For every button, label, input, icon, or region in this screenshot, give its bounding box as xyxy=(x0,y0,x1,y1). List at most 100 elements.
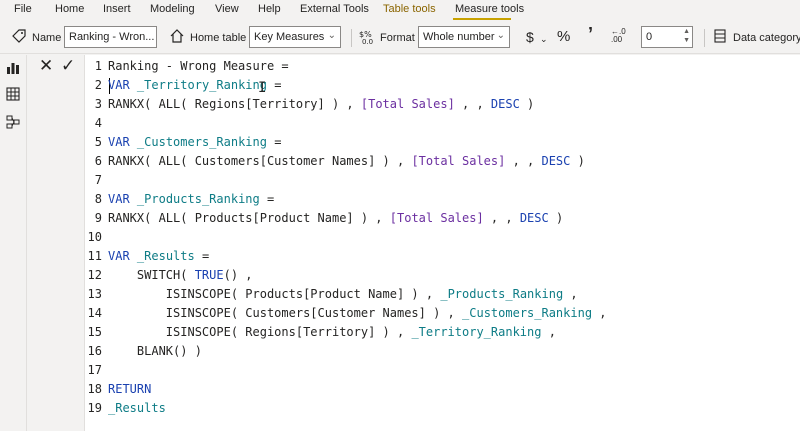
code-token: , xyxy=(563,287,578,301)
comma-style-icon[interactable]: ’ xyxy=(588,25,593,43)
menu-insert[interactable]: Insert xyxy=(103,3,131,15)
code-token: RANKX( ALL( Customers[Customer Names] ) … xyxy=(108,154,412,168)
line-number: 11 xyxy=(87,249,102,263)
code-line[interactable]: 18 RETURN xyxy=(85,382,152,401)
chevron-down-icon: ⌄ xyxy=(327,30,336,41)
menu-file[interactable]: File xyxy=(14,3,32,15)
ribbon-divider xyxy=(351,29,352,47)
home-table-value: Key Measures xyxy=(254,31,325,43)
code-token: SWITCH( xyxy=(108,268,195,282)
commit-check-icon[interactable]: ✓ xyxy=(61,56,75,76)
ribbon: Name Ranking - Wron... Home table Key Me… xyxy=(0,21,800,54)
tag-icon xyxy=(12,29,26,47)
spin-arrows-icon[interactable]: ▲ ▼ xyxy=(683,27,690,45)
menu-help[interactable]: Help xyxy=(258,3,281,15)
format-label: Format xyxy=(380,32,415,44)
decimal-places-stepper[interactable]: 0 ▲ ▼ xyxy=(641,26,693,48)
format-value: Whole number xyxy=(423,31,495,43)
svg-text:0.0: 0.0 xyxy=(362,38,373,45)
code-token: [Total Sales] xyxy=(389,211,484,225)
line-number: 8 xyxy=(94,192,102,206)
active-tab-indicator xyxy=(453,18,511,20)
line-number: 14 xyxy=(87,306,102,320)
code-token: = xyxy=(194,249,210,263)
code-token: VAR xyxy=(108,135,130,149)
code-token: , xyxy=(592,306,607,320)
code-line[interactable]: 11 VAR _Results = xyxy=(85,249,210,268)
code-line[interactable]: 3 RANKX( ALL( Regions[Territory] ) , [Tot… xyxy=(85,97,535,116)
code-token: [Total Sales] xyxy=(360,97,455,111)
code-line[interactable]: 10 xyxy=(85,230,108,249)
code-token: DESC xyxy=(541,154,571,168)
decimal-places-value: 0 xyxy=(646,31,653,43)
code-token: RANKX( ALL( Products[Product Name] ) , xyxy=(108,211,390,225)
line-number: 3 xyxy=(94,97,102,111)
decrease-decimal-icon[interactable]: ←.0.00 xyxy=(611,28,626,44)
formula-commit-strip: ✕ ✓ xyxy=(28,55,84,77)
line-number: 5 xyxy=(94,135,102,149)
ibeam-cursor-icon: I xyxy=(258,80,267,96)
menu-home[interactable]: Home xyxy=(55,3,84,15)
line-number: 16 xyxy=(87,344,102,358)
menu-view[interactable]: View xyxy=(215,3,239,15)
code-token: _Customers_Ranking xyxy=(136,135,267,149)
code-token: [Total Sales] xyxy=(411,154,506,168)
line-number: 7 xyxy=(94,173,102,187)
name-label: Name xyxy=(32,32,62,44)
currency-chevron-icon[interactable]: ⌄ xyxy=(540,31,548,47)
code-token: _Territory_Ranking xyxy=(411,325,542,339)
line-number: 9 xyxy=(94,211,102,225)
currency-icon[interactable]: $ xyxy=(526,29,534,45)
code-token: ISINSCOPE( Customers[Customer Names] ) , xyxy=(108,306,463,320)
code-line[interactable]: 13 ISINSCOPE( Products[Product Name] ) ,… xyxy=(85,287,578,306)
menu-external-tools[interactable]: External Tools xyxy=(300,3,369,15)
line-number: 10 xyxy=(87,230,102,244)
ribbon-divider xyxy=(704,29,705,47)
code-token: _Results xyxy=(136,249,195,263)
code-token: RANKX( ALL( Regions[Territory] ) , xyxy=(108,97,361,111)
code-line[interactable]: 9 RANKX( ALL( Products[Product Name] ) , … xyxy=(85,211,563,230)
line-number: 15 xyxy=(87,325,102,339)
code-line[interactable]: 15 ISINSCOPE( Regions[Territory] ) , _Te… xyxy=(85,325,556,344)
code-token: TRUE xyxy=(194,268,224,282)
menu-table-tools[interactable]: Table tools xyxy=(383,3,436,15)
name-field-value: Ranking - Wron... xyxy=(69,31,155,43)
data-view-icon[interactable] xyxy=(6,87,20,101)
code-line[interactable]: 4 xyxy=(85,116,108,135)
data-category-label[interactable]: Data category xyxy=(733,32,800,44)
code-line[interactable]: 5 VAR _Customers_Ranking = xyxy=(85,135,282,154)
code-line[interactable]: 6 RANKX( ALL( Customers[Customer Names] )… xyxy=(85,154,585,173)
name-field[interactable]: Ranking - Wron... xyxy=(64,26,157,48)
code-line[interactable]: 8 VAR _Products_Ranking = xyxy=(85,192,274,211)
home-table-select[interactable]: Key Measures ⌄ xyxy=(249,26,341,48)
code-line[interactable]: 1 Ranking - Wrong Measure = xyxy=(85,59,289,78)
code-token: = xyxy=(266,135,282,149)
code-token: VAR xyxy=(108,249,130,263)
code-token: ISINSCOPE( Regions[Territory] ) , xyxy=(108,325,412,339)
model-view-icon[interactable] xyxy=(6,115,20,129)
report-view-icon[interactable] xyxy=(6,61,20,75)
code-line[interactable]: 12 SWITCH( TRUE() , xyxy=(85,268,253,287)
cancel-icon[interactable]: ✕ xyxy=(39,56,53,76)
code-token: _Territory_Ranking xyxy=(136,78,267,92)
line-number: 1 xyxy=(94,59,102,73)
code-line[interactable]: 16 BLANK() ) xyxy=(85,344,202,363)
formula-editor[interactable]: 1 Ranking - Wrong Measure = 2 VAR _Territor… xyxy=(84,55,800,431)
menu-modeling[interactable]: Modeling xyxy=(150,3,195,15)
code-line[interactable]: 14 ISINSCOPE( Customers[Customer Names] … xyxy=(85,306,607,325)
code-token: VAR xyxy=(108,78,130,92)
format-select[interactable]: Whole number ⌄ xyxy=(418,26,510,48)
percent-icon[interactable]: % xyxy=(557,29,570,45)
code-line[interactable]: 2 VAR _Territory_Ranking = xyxy=(85,78,282,97)
code-token: _Customers_Ranking xyxy=(462,306,593,320)
menu-measure-tools[interactable]: Measure tools xyxy=(455,3,524,15)
code-line[interactable]: 7 xyxy=(85,173,108,192)
code-line[interactable]: 19 _Results xyxy=(85,401,166,420)
code-line[interactable]: 17 xyxy=(85,363,108,382)
code-token: ) xyxy=(548,211,564,225)
format-icon: $% 0.0 xyxy=(359,29,375,50)
code-token: , xyxy=(541,325,556,339)
